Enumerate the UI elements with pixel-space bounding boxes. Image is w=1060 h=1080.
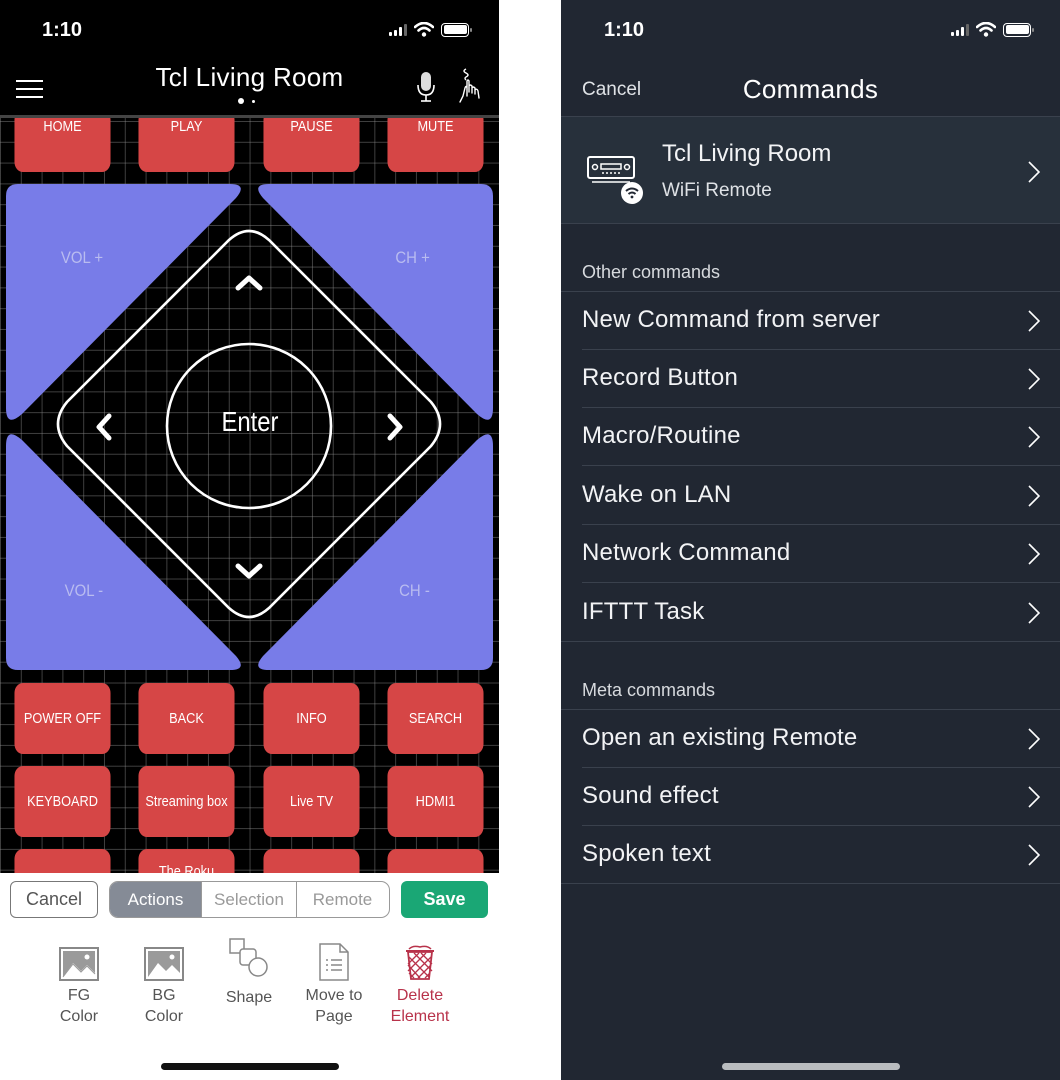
command-macro-routine[interactable]: Macro/Routine — [561, 408, 1060, 466]
save-button[interactable]: Save — [401, 881, 488, 918]
segment-selection[interactable]: Selection — [202, 882, 297, 917]
ch-up-button[interactable] — [258, 184, 493, 420]
battery-icon — [1003, 22, 1034, 37]
gesture-hand-icon[interactable] — [457, 66, 489, 106]
remote-button-hdmi1[interactable]: HDMI1 — [387, 766, 484, 837]
chevron-right-icon — [1028, 310, 1040, 332]
section-header-meta-commands: Meta commands — [582, 680, 716, 700]
right-arrow-icon[interactable] — [387, 413, 403, 441]
status-icons — [389, 22, 472, 37]
remote-button-back[interactable]: BACK — [138, 683, 235, 754]
tool-label: BG Color — [144, 987, 184, 1025]
home-indicator[interactable] — [722, 1063, 900, 1070]
vol-up-label: VOL + — [60, 248, 104, 267]
remote-button-keyboard[interactable]: KEYBOARD — [14, 766, 111, 837]
page-indicator[interactable] — [238, 98, 255, 104]
command-new-command-from-server[interactable]: New Command from server — [561, 292, 1060, 350]
wifi-icon — [414, 22, 434, 37]
remote-button-info[interactable]: INFO — [263, 683, 360, 754]
down-arrow-icon[interactable] — [235, 563, 263, 579]
page-dot[interactable] — [252, 99, 255, 103]
ch-down-label: CH - — [399, 581, 430, 600]
tool-label: Shape — [225, 989, 273, 1006]
remote-header: 1:10 Tcl Living Room — [0, 0, 499, 118]
chevron-right-icon — [1028, 485, 1040, 507]
row-divider — [561, 223, 1060, 224]
remote-type: WiFi Remote — [662, 180, 772, 201]
chevron-right-icon — [1028, 543, 1040, 565]
cancel-button[interactable]: Cancel — [10, 881, 98, 918]
remote-button-row3-1[interactable] — [14, 849, 111, 873]
cellular-signal-icon — [389, 23, 407, 36]
move-to-page-document-icon — [319, 943, 349, 981]
dpad-cluster — [6, 184, 493, 670]
bg-color-image-icon — [144, 947, 184, 981]
tool-label: Delete Element — [390, 987, 450, 1025]
tool-shape[interactable]: Shape — [204, 933, 294, 1008]
vol-down-button[interactable] — [6, 434, 241, 670]
tool-move-to-page[interactable]: Move to Page — [289, 935, 379, 1027]
wifi-device-icon — [587, 156, 643, 204]
ch-down-button[interactable] — [258, 434, 493, 670]
cellular-signal-icon — [951, 23, 969, 36]
remote-editor-screen: 1:10 Tcl Living Room HOME PLAY PAUSE MUT… — [0, 0, 499, 1080]
command-spoken-text[interactable]: Spoken text — [561, 826, 1060, 884]
page-dot-active[interactable] — [238, 98, 244, 104]
remote-button-search[interactable]: SEARCH — [387, 683, 484, 754]
vol-up-button[interactable] — [6, 184, 241, 420]
remote-button-streaming-box[interactable]: Streaming box — [138, 766, 235, 837]
section-header-other-commands: Other commands — [582, 262, 721, 282]
tool-bg-color[interactable]: BG Color — [119, 935, 209, 1027]
tool-fg-color[interactable]: FG Color — [34, 935, 124, 1027]
fg-color-image-icon — [59, 947, 99, 981]
chevron-right-icon — [1028, 426, 1040, 448]
chevron-right-icon — [1028, 602, 1040, 624]
command-record-button[interactable]: Record Button — [561, 350, 1060, 408]
mode-segmented-control: Actions Selection Remote — [109, 881, 390, 918]
command-ifttt-task[interactable]: IFTTT Task — [561, 584, 1060, 642]
trash-icon — [406, 945, 434, 980]
chevron-right-icon — [1028, 161, 1040, 183]
remote-layout-canvas[interactable]: HOME PLAY PAUSE MUTE VOL + CH + VOL - CH… — [0, 118, 499, 873]
command-network-command[interactable]: Network Command — [561, 525, 1060, 583]
remote-button-power-off[interactable]: POWER OFF — [14, 683, 111, 754]
left-arrow-icon[interactable] — [96, 413, 112, 441]
status-icons — [951, 22, 1034, 37]
tool-delete-element[interactable]: Delete Element — [375, 935, 465, 1027]
command-open-existing-remote[interactable]: Open an existing Remote — [561, 710, 1060, 768]
status-time: 1:10 — [42, 19, 83, 41]
wifi-icon — [976, 22, 996, 37]
chevron-right-icon — [1028, 368, 1040, 390]
up-arrow-icon[interactable] — [235, 275, 263, 291]
command-wake-on-lan[interactable]: Wake on LAN — [561, 467, 1060, 525]
chevron-right-icon — [1028, 728, 1040, 750]
home-indicator[interactable] — [161, 1063, 339, 1070]
segment-remote[interactable]: Remote — [297, 882, 388, 917]
segment-actions[interactable]: Actions — [110, 882, 202, 917]
enter-label: Enter — [221, 406, 279, 437]
status-time: 1:10 — [604, 19, 645, 41]
chevron-right-icon — [1028, 844, 1040, 866]
battery-icon — [441, 22, 472, 37]
edit-toolbar: Cancel Actions Selection Remote Save FG C… — [0, 873, 499, 1080]
remote-button-row3-4[interactable] — [387, 849, 484, 873]
microphone-icon[interactable] — [415, 70, 437, 104]
remote-name: Tcl Living Room — [662, 140, 832, 167]
commands-screen: 1:10 Cancel Commands Tcl Living Room WiF… — [561, 0, 1060, 1080]
command-sound-effect[interactable]: Sound effect — [561, 768, 1060, 826]
ch-up-label: CH + — [395, 248, 430, 267]
chevron-right-icon — [1028, 786, 1040, 808]
page-title: Commands — [742, 74, 879, 104]
shape-icon — [229, 938, 268, 977]
remote-button-row3-3[interactable] — [263, 849, 360, 873]
tool-label: Move to Page — [305, 987, 363, 1025]
selected-remote-row[interactable]: Tcl Living Room WiFi Remote — [561, 117, 1060, 223]
remote-button-the-roku[interactable]: The Roku — [138, 849, 235, 873]
remote-button-live-tv[interactable]: Live TV — [263, 766, 360, 837]
tool-label: FG Color — [59, 987, 99, 1025]
vol-down-label: VOL - — [64, 581, 104, 600]
